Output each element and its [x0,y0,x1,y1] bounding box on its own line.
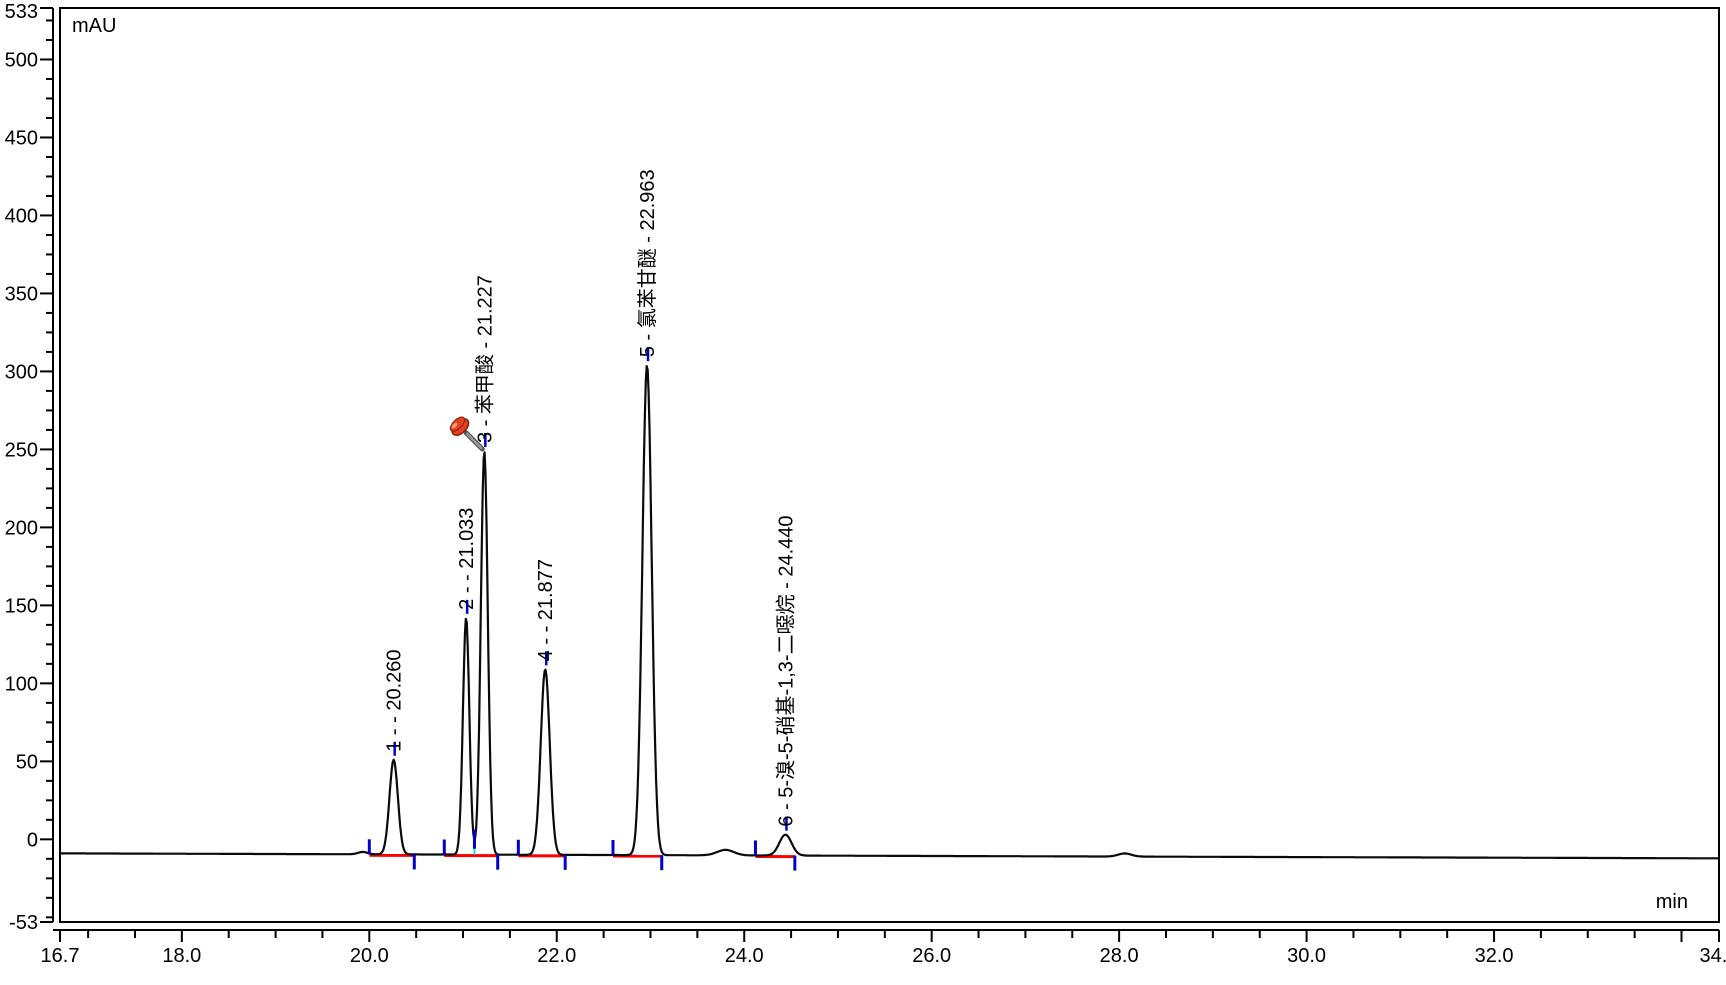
chromatogram-trace [60,366,1719,858]
plot-border [60,8,1719,922]
x-tick-label: 16.7 [41,945,80,967]
axes: 533500450400350300250200150100500-5316.7… [5,1,1726,967]
x-tick-label: 26.0 [912,945,951,967]
y-tick-label: 250 [5,439,38,461]
y-tick-label: 500 [5,49,38,71]
y-tick-label: 50 [16,751,38,773]
peak-labels: 1 - - 20.260 2 - - 21.033 3 - 苯甲酸 - 21.227… [384,169,798,830]
x-tick-label: 32.0 [1475,945,1514,967]
peak-label: 6 - 5-溴-5-硝基-1,3-二噁烷 - 24.440 [774,515,797,826]
signal-trace [60,366,1719,858]
chromatogram-canvas: 533500450400350300250200150100500-5316.7… [0,0,1726,985]
x-tick-label: 24.0 [725,945,764,967]
peak-label: 5 - 氯苯甘醚 - 22.963 [636,169,659,357]
peak-label: 2 - - 21.033 [456,508,478,610]
x-tick-label: 22.0 [537,945,576,967]
x-tick-label: 28.0 [1100,945,1139,967]
y-tick-label: 300 [5,361,38,383]
y-tick-label: -53 [9,912,38,934]
y-tick-label: 150 [5,595,38,617]
x-axis-unit-label: min [1656,891,1688,913]
y-axis-unit-label: mAU [72,15,116,37]
x-tick-label: 18.0 [162,945,201,967]
y-tick-label: 450 [5,127,38,149]
peak-label: 4 - - 21.877 [535,559,557,661]
y-tick-label: 350 [5,283,38,305]
y-tick-label: 100 [5,673,38,695]
y-tick-label: 533 [5,1,38,23]
y-tick-label: 0 [27,829,38,851]
chromatogram-view: 533500450400350300250200150100500-5316.7… [0,0,1726,985]
x-tick-label: 34.4 [1700,945,1726,967]
peak-label: 3 - 苯甲酸 - 21.227 [473,275,496,443]
y-tick-label: 200 [5,517,38,539]
x-tick-label: 20.0 [350,945,389,967]
peak-label: 1 - - 20.260 [384,649,406,751]
x-tick-label: 30.0 [1287,945,1326,967]
y-tick-label: 400 [5,205,38,227]
